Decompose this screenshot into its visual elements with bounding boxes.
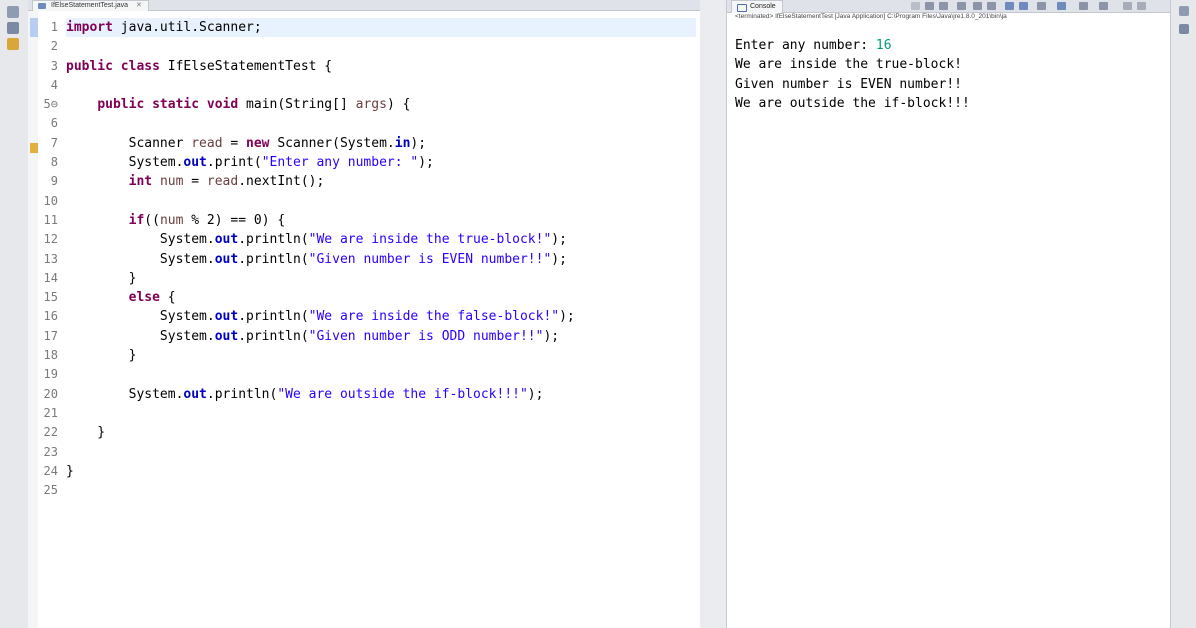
line-numbers: 1 2 3 4 5⊖ 6 7 8 9 10 11 12 13 14 15 16 17 18 19 20 21 22 23 24… [38,18,64,500]
console-input-value: 16 [875,38,892,53]
console-output[interactable]: Enter any number: 16 We are inside the t… [735,36,1167,113]
pane-separator[interactable] [700,0,726,628]
show-on-error-icon[interactable] [1019,2,1028,10]
word-wrap-icon[interactable] [987,2,996,10]
maximize-icon[interactable] [1137,2,1146,10]
console-tab-bar: Console [727,0,1171,13]
console-prompt: Enter any number: [735,38,876,53]
code-line: import java.util.Scanner; [66,18,696,38]
line-number: 7 [50,135,58,150]
folder-icon[interactable] [7,38,19,50]
code-line: int num = read.nextInt(); [128,174,325,190]
line-number: 22 [43,425,58,440]
line-number: 9 [50,174,58,189]
code-line: } [66,425,106,441]
line-number: 20 [43,386,58,401]
remove-launch-icon[interactable] [925,2,934,10]
hierarchy-icon[interactable] [7,22,19,34]
line-number: 21 [43,405,58,420]
console-line: We are outside the if-block!!! [735,95,970,111]
scroll-lock-icon[interactable] [973,2,982,10]
minimize-icon[interactable] [1123,2,1132,10]
task-list-icon[interactable] [1179,24,1189,34]
line-number: 23 [43,444,58,459]
console-icon [737,4,747,12]
vertical-ruler [28,11,38,628]
console-pane: Console <terminated> IfElseStatementTest… [726,0,1171,628]
line-number: 13 [43,251,58,266]
code-line: public static void main(String[] args) { [97,97,411,113]
line-number: 25 [43,483,58,498]
remove-all-icon[interactable] [939,2,948,10]
line-number: 11 [43,212,58,227]
left-toolbar [0,0,29,628]
line-number: 16 [43,309,58,324]
line-number: 10 [43,193,58,208]
line-number: 18 [43,348,58,363]
display-console-icon[interactable] [1057,2,1066,10]
code-text[interactable]: import java.util.Scanner; public class I… [66,18,696,500]
line-number: 15 [43,290,58,305]
show-on-output-icon[interactable] [1005,2,1014,10]
line-number: 6 [50,116,58,131]
java-file-icon [38,3,46,9]
pin-console-icon[interactable] [1037,2,1046,10]
editor-tab[interactable]: IfElseStatementTest.java ✕ [32,0,149,11]
current-line-marker [30,18,38,37]
package-explorer-icon[interactable] [7,6,19,18]
open-console-icon[interactable] [1079,2,1088,10]
code-line: System.out.println("We are outside the i… [66,386,544,402]
code-line: System.out.println("We are inside the tr… [66,232,567,248]
console-line: Given number is EVEN number!! [735,76,962,92]
console-tab[interactable]: Console [731,0,783,13]
code-editor[interactable]: 1 2 3 4 5⊖ 6 7 8 9 10 11 12 13 14 15 16 17 18 19 20 21 22 23 24… [28,11,700,628]
line-number: 24 [43,463,58,478]
clear-console-icon[interactable] [957,2,966,10]
code-line: public class IfElseStatementTest { [66,58,333,74]
editor-pane: IfElseStatementTest.java ✕ 1 2 3 4 5⊖ 6 7 8 9 10 1… [28,0,701,628]
right-toolbar [1170,0,1196,628]
close-icon[interactable]: ✕ [136,2,142,9]
code-line: System.out.println("We are inside the fa… [66,309,575,325]
code-line: if((num % 2) == 0) { [128,212,286,228]
line-number: 19 [43,367,58,382]
warning-icon[interactable] [30,143,38,153]
code-line: Scanner read = new Scanner(System.in); [66,135,427,151]
code-line: System.out.println("Given number is ODD … [66,328,560,344]
editor-tab-title: IfElseStatementTest.java [51,2,129,9]
line-number: 1 [50,20,58,34]
code-line: else { [128,290,176,306]
line-number: 5⊖ [43,97,58,112]
code-line: System.out.println("Given number is EVEN… [66,251,567,267]
code-line: } [66,270,137,286]
code-line: } [66,348,137,364]
line-number: 17 [43,328,58,343]
line-number: 3 [50,58,58,73]
launch-status: <terminated> IfElseStatementTest [Java A… [735,13,1007,20]
console-line: We are inside the true-block! [735,57,962,73]
code-line: } [66,463,74,479]
line-number: 14 [43,270,58,285]
code-line: System.out.print("Enter any number: "); [66,155,434,171]
line-number: 2 [50,39,58,54]
console-line: Enter any number: 16 [735,36,1167,55]
outline-icon[interactable] [1179,6,1189,16]
line-number: 12 [43,232,58,247]
terminate-icon[interactable] [911,2,920,10]
view-menu-icon[interactable] [1099,2,1108,10]
line-number: 8 [50,155,58,170]
line-number: 4 [50,77,58,92]
editor-tab-bar: IfElseStatementTest.java ✕ [28,0,700,11]
console-tab-title: Console [750,3,776,10]
